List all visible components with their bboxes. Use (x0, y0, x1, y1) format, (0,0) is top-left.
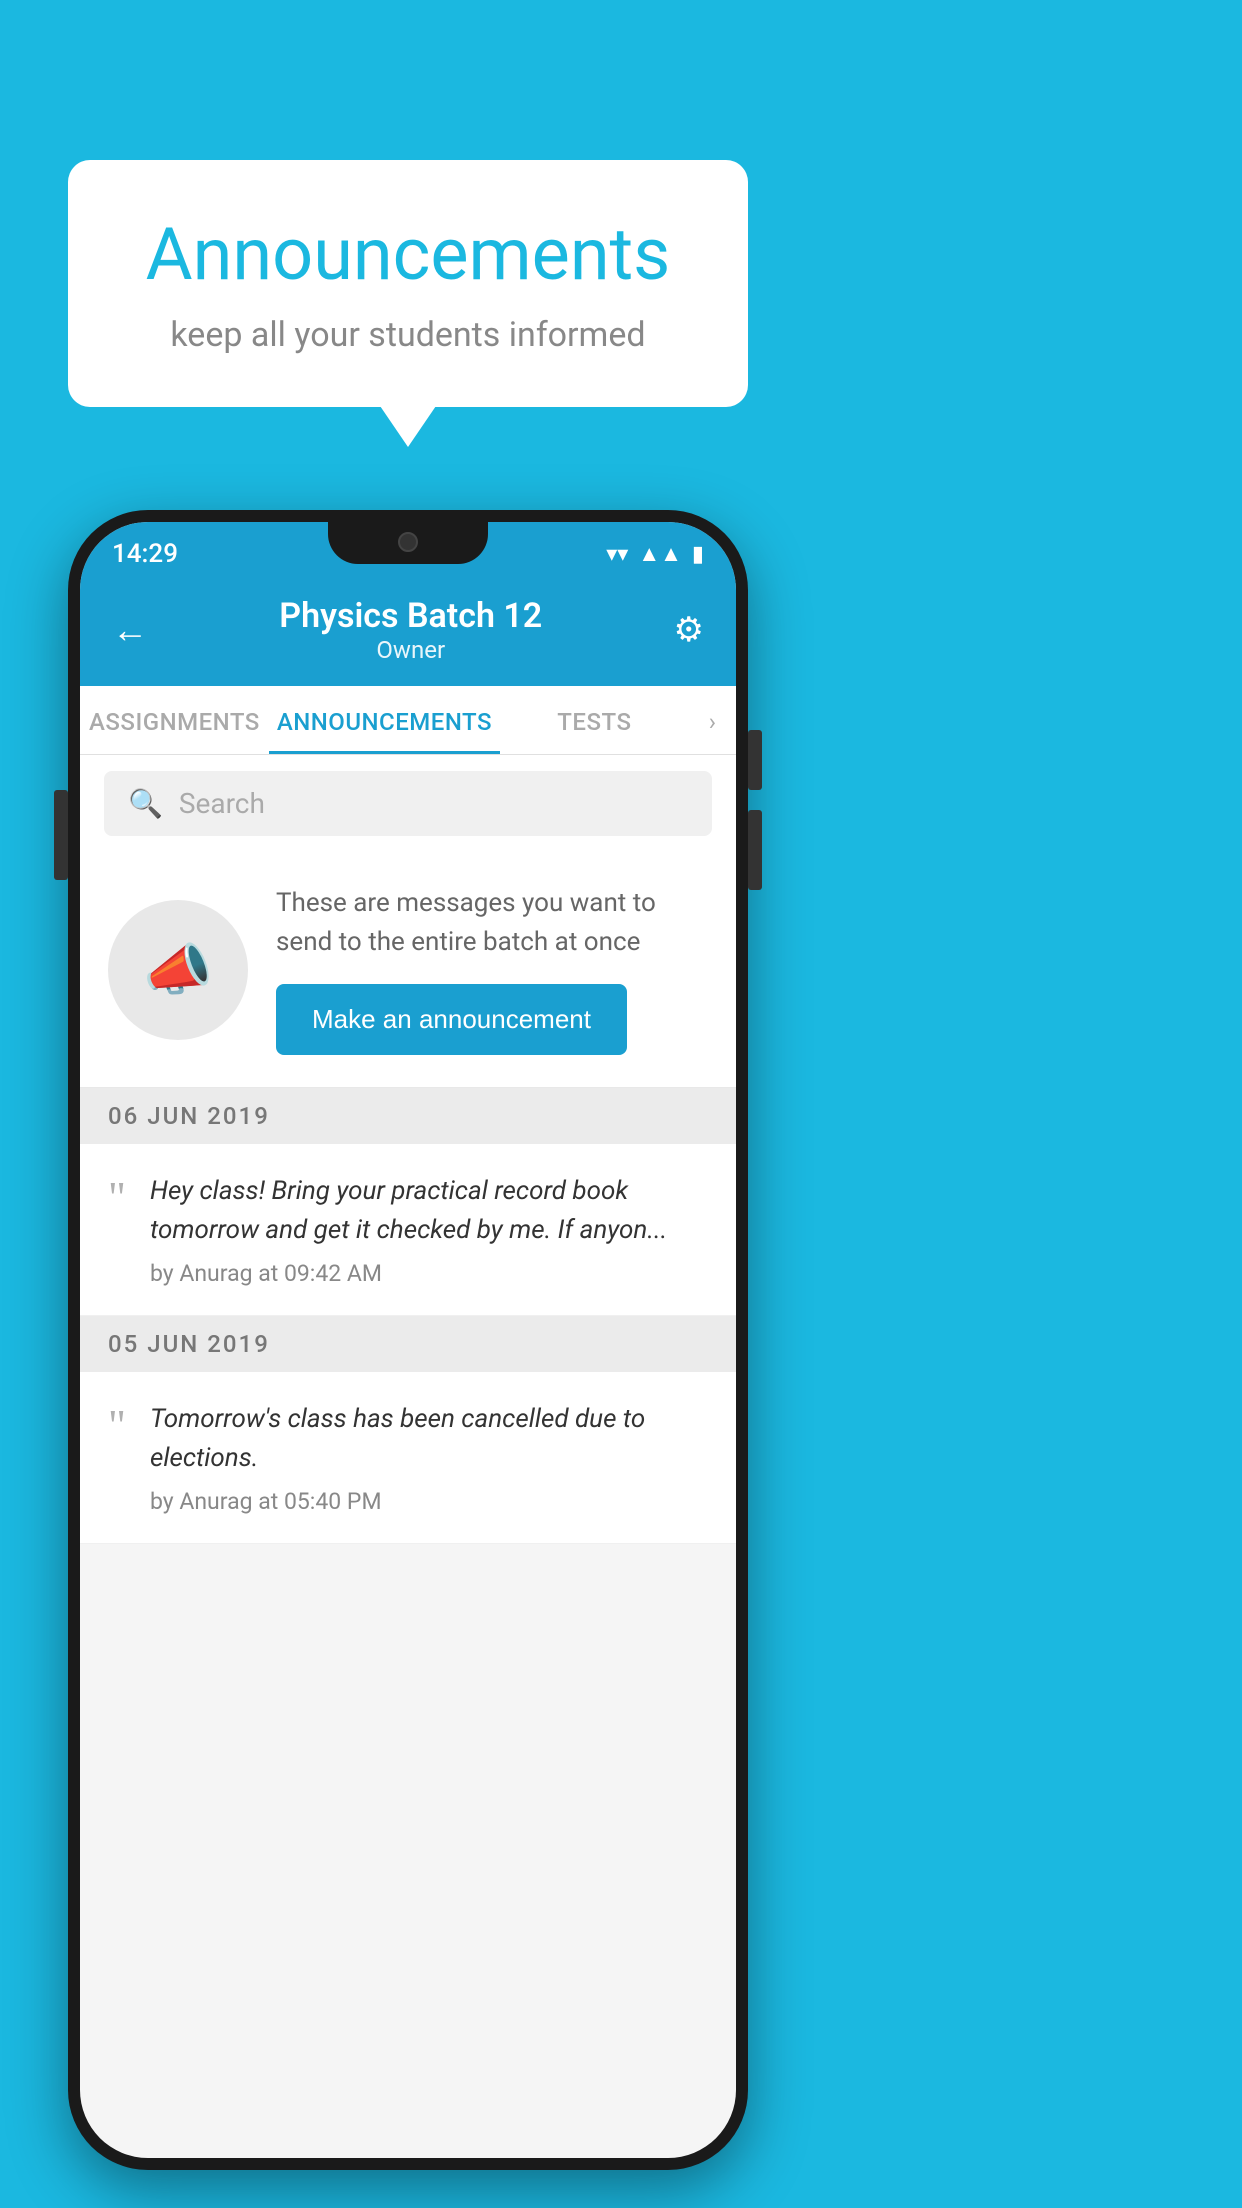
message-item-1[interactable]: " Hey class! Bring your practical record… (80, 1144, 736, 1316)
announcement-prompt: 📣 These are messages you want to send to… (80, 852, 736, 1088)
search-bar-container: 🔍 Search (80, 755, 736, 852)
phone-notch (328, 522, 488, 564)
status-time: 14:29 (112, 539, 178, 569)
megaphone-circle: 📣 (108, 900, 248, 1040)
date-divider-jun6: 06 JUN 2019 (80, 1088, 736, 1144)
speech-bubble-container: Announcements keep all your students inf… (68, 160, 748, 407)
front-camera (398, 532, 418, 552)
status-icons: ▾▾ ▲▲ ▮ (606, 541, 704, 567)
quote-icon-2: " (108, 1404, 126, 1515)
date-label-jun6: 06 JUN 2019 (108, 1102, 270, 1130)
megaphone-icon: 📣 (143, 937, 213, 1003)
date-label-jun5: 05 JUN 2019 (108, 1330, 270, 1358)
tabs-bar: ASSIGNMENTS ANNOUNCEMENTS TESTS › (80, 686, 736, 755)
announcement-description: These are messages you want to send to t… (276, 884, 708, 962)
header-title: Physics Batch 12 (279, 596, 542, 636)
search-icon: 🔍 (128, 787, 163, 820)
speech-bubble: Announcements keep all your students inf… (68, 160, 748, 407)
message-meta-1: by Anurag at 09:42 AM (150, 1260, 708, 1287)
announcement-right-panel: These are messages you want to send to t… (276, 884, 708, 1055)
quote-icon-1: " (108, 1176, 126, 1287)
phone-frame: 14:29 ▾▾ ▲▲ ▮ ← Physics Batch 12 Owner ⚙ (68, 510, 748, 2170)
tab-announcements[interactable]: ANNOUNCEMENTS (269, 686, 500, 754)
message-content-1: Hey class! Bring your practical record b… (150, 1172, 708, 1287)
wifi-icon: ▾▾ (606, 542, 628, 567)
header-subtitle: Owner (279, 636, 542, 664)
phone-mockup: 14:29 ▾▾ ▲▲ ▮ ← Physics Batch 12 Owner ⚙ (68, 510, 748, 2170)
message-text-2: Tomorrow's class has been cancelled due … (150, 1400, 708, 1478)
tab-tests[interactable]: TESTS (500, 686, 689, 754)
search-bar[interactable]: 🔍 Search (104, 771, 712, 836)
date-divider-jun5: 05 JUN 2019 (80, 1316, 736, 1372)
phone-screen: 14:29 ▾▾ ▲▲ ▮ ← Physics Batch 12 Owner ⚙ (80, 522, 736, 2158)
power-button (54, 790, 68, 880)
message-text-1: Hey class! Bring your practical record b… (150, 1172, 708, 1250)
back-button[interactable]: ← (112, 609, 148, 651)
tab-more[interactable]: › (689, 686, 736, 754)
app-header: ← Physics Batch 12 Owner ⚙ (80, 578, 736, 686)
bubble-title: Announcements (116, 212, 700, 297)
signal-icon: ▲▲ (638, 541, 682, 567)
gear-icon[interactable]: ⚙ (674, 610, 704, 650)
message-content-2: Tomorrow's class has been cancelled due … (150, 1400, 708, 1515)
bubble-subtitle: keep all your students informed (116, 315, 700, 355)
battery-icon: ▮ (692, 542, 704, 567)
message-meta-2: by Anurag at 05:40 PM (150, 1488, 708, 1515)
volume-down-button (748, 810, 762, 890)
search-placeholder: Search (179, 787, 265, 820)
volume-up-button (748, 730, 762, 790)
header-title-area: Physics Batch 12 Owner (279, 596, 542, 664)
tab-assignments[interactable]: ASSIGNMENTS (80, 686, 269, 754)
make-announcement-button[interactable]: Make an announcement (276, 984, 627, 1055)
message-item-2[interactable]: " Tomorrow's class has been cancelled du… (80, 1372, 736, 1544)
